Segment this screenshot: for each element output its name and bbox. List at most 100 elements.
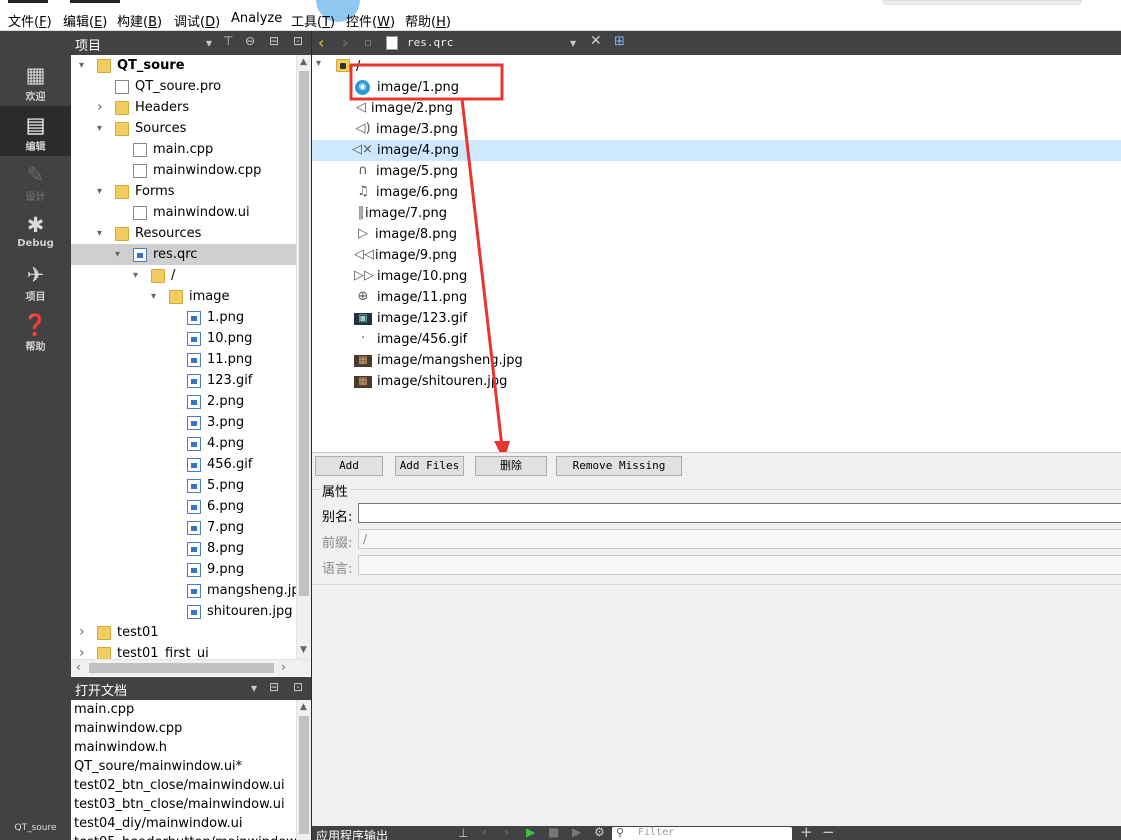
menu-item[interactable]: Analyze [231, 11, 282, 26]
project-tree-item[interactable]: ▾ Forms [71, 181, 296, 202]
resource-item[interactable]: ◁ image/2.png [312, 98, 1121, 119]
forward-icon[interactable]: › [342, 33, 348, 52]
mode-bug[interactable]: ✱ Debug [0, 206, 71, 256]
filter-icon[interactable]: ⊤ [223, 34, 233, 48]
mode-wrench[interactable]: ✈ 项目 [0, 256, 71, 306]
resource-item[interactable]: ▷▷ image/10.png [312, 266, 1121, 287]
scroll-up-icon[interactable]: ▲ [300, 702, 307, 712]
run-icon[interactable]: ▶ [526, 826, 535, 839]
project-tree-item[interactable]: mainwindow.ui [71, 202, 296, 223]
close-pane-icon[interactable]: ⊡ [293, 680, 303, 694]
forward-icon[interactable]: › [504, 826, 509, 839]
add-prefix-button[interactable]: Add Prefix [315, 456, 383, 490]
open-doc-item[interactable]: QT_soure/mainwindow.ui* [74, 757, 242, 776]
alias-input[interactable] [358, 503, 1121, 523]
scroll-right-icon[interactable]: › [281, 660, 286, 674]
open-docs-scrollbar[interactable]: ▲ [296, 700, 311, 840]
open-doc-item[interactable]: test04_diy/mainwindow.ui [74, 814, 243, 833]
project-tree-item[interactable]: › test01_first_ui [71, 643, 296, 659]
chevron-down-icon[interactable]: ▾ [570, 36, 576, 50]
remove-button[interactable]: 删除 [475, 456, 547, 476]
stop-icon[interactable]: ■ [548, 826, 559, 839]
project-tree-item[interactable]: 456.gif [71, 454, 296, 475]
split-editor-icon[interactable]: ⊞ [614, 34, 625, 49]
prefix-input[interactable]: / [358, 529, 1121, 549]
mode-pencil[interactable]: ✎ 设计 [0, 156, 71, 206]
chevron-down-icon[interactable]: ▾ [251, 681, 257, 695]
resource-item[interactable]: ◁) image/3.png [312, 119, 1121, 140]
project-tree-item[interactable]: 6.png [71, 496, 296, 517]
menu-item[interactable]: 控件(W) [346, 11, 395, 30]
project-tree-item[interactable]: › Headers [71, 97, 296, 118]
expand-arrow-icon[interactable]: ▾ [97, 181, 107, 202]
split-icon[interactable]: ⊟ [269, 34, 279, 48]
resource-item[interactable]: ▦ image/mangsheng.jpg [312, 350, 1121, 371]
remove-missing-files-button[interactable]: Remove Missing Files [556, 456, 682, 490]
collapse-arrow-icon[interactable]: › [79, 622, 89, 643]
resource-item[interactable]: ▣ image/123.gif [312, 308, 1121, 329]
expand-arrow-icon[interactable]: ▾ [97, 223, 107, 244]
project-tree-item[interactable]: mainwindow.cpp [71, 160, 296, 181]
filter-input[interactable]: ⚲ Filter [612, 826, 792, 840]
open-doc-item[interactable]: mainwindow.cpp [74, 719, 182, 738]
resource-item[interactable]: ▷ image/8.png [312, 224, 1121, 245]
expand-arrow-icon[interactable]: ▾ [97, 118, 107, 139]
debug-run-icon[interactable]: ▶ [572, 826, 581, 839]
tree-vertical-scrollbar[interactable]: ▲ ▼ [296, 55, 311, 659]
collapse-arrow-icon[interactable]: › [97, 97, 107, 118]
open-doc-item[interactable]: test05_headerbutton/mainwindow.ui [74, 833, 296, 840]
add-files-button[interactable]: Add Files [395, 456, 464, 476]
project-tree[interactable]: ▾ QT_soure QT_soure.pro › Headers ▾ Sources mai… [71, 55, 296, 659]
back-icon[interactable]: ‹ [318, 33, 324, 52]
close-icon[interactable]: ✕ [590, 33, 602, 49]
resource-tree[interactable]: ▾ / ◉ image/1.png ◁ image/2.png ◁) image/3.pn… [312, 55, 1121, 452]
resource-item[interactable]: ◁× image/4.png [312, 140, 1121, 161]
split-icon[interactable]: ⊟ [269, 680, 279, 694]
project-tree-item[interactable]: ▾ image [71, 286, 296, 307]
project-tree-item[interactable]: 4.png [71, 433, 296, 454]
project-tree-item[interactable]: 8.png [71, 538, 296, 559]
expand-arrow-icon[interactable]: ▾ [151, 286, 161, 307]
project-tree-item[interactable]: 5.png [71, 475, 296, 496]
resource-item[interactable]: ◉ image/1.png [312, 77, 1121, 98]
menu-item[interactable]: 构建(B) [117, 11, 162, 30]
mode-edit[interactable]: ▤ 编辑 [0, 106, 71, 156]
menu-item[interactable]: 帮助(H) [405, 11, 451, 30]
menu-item[interactable]: 调试(D) [174, 11, 220, 30]
mode-help[interactable]: ❓ 帮助 [0, 306, 71, 356]
menu-item[interactable]: 编辑(E) [63, 11, 107, 30]
resource-item[interactable]: ‖ image/7.png [312, 203, 1121, 224]
open-file-name[interactable]: res.qrc [407, 36, 453, 49]
expand-arrow[interactable]: ▾ [316, 58, 321, 69]
menu-item[interactable]: 工具(T) [291, 11, 335, 30]
zoom-out-icon[interactable]: − [822, 826, 835, 840]
project-tree-item[interactable]: 11.png [71, 349, 296, 370]
collapse-arrow-icon[interactable]: › [79, 643, 89, 659]
project-tree-item[interactable]: 7.png [71, 517, 296, 538]
project-tree-item[interactable]: 2.png [71, 391, 296, 412]
scroll-thumb[interactable] [299, 716, 309, 834]
project-tree-item[interactable]: 10.png [71, 328, 296, 349]
scroll-up-icon[interactable]: ▲ [300, 57, 307, 67]
open-doc-item[interactable]: main.cpp [74, 700, 134, 719]
scroll-thumb[interactable] [89, 663, 274, 673]
project-tree-item[interactable]: › test01 [71, 622, 296, 643]
open-doc-item[interactable]: test03_btn_close/mainwindow.ui [74, 795, 285, 814]
language-input[interactable] [358, 555, 1121, 575]
open-docs-list[interactable]: main.cpp mainwindow.cpp mainwindow.h QT_sou… [71, 700, 296, 840]
project-tree-item[interactable]: ▾ / [71, 265, 296, 286]
resource-item[interactable]: ♫ image/6.png [312, 182, 1121, 203]
resource-item[interactable]: ◁◁ image/9.png [312, 245, 1121, 266]
attach-icon[interactable]: ⊥ [458, 826, 468, 840]
project-tree-item[interactable]: shitouren.jpg [71, 601, 296, 622]
settings-icon[interactable]: ⚙ [594, 826, 605, 839]
project-tree-item[interactable]: ▾ res.qrc [71, 244, 296, 265]
close-pane-icon[interactable]: ⊡ [293, 34, 303, 48]
project-tree-item[interactable]: QT_soure.pro [71, 76, 296, 97]
project-tree-item[interactable]: 3.png [71, 412, 296, 433]
kit-selector[interactable]: QT_soure [0, 823, 71, 833]
project-tree-item[interactable]: ▾ QT_soure [71, 55, 296, 76]
project-tree-item[interactable]: 1.png [71, 307, 296, 328]
zoom-in-icon[interactable]: + [800, 826, 813, 840]
scroll-thumb[interactable] [299, 71, 309, 596]
